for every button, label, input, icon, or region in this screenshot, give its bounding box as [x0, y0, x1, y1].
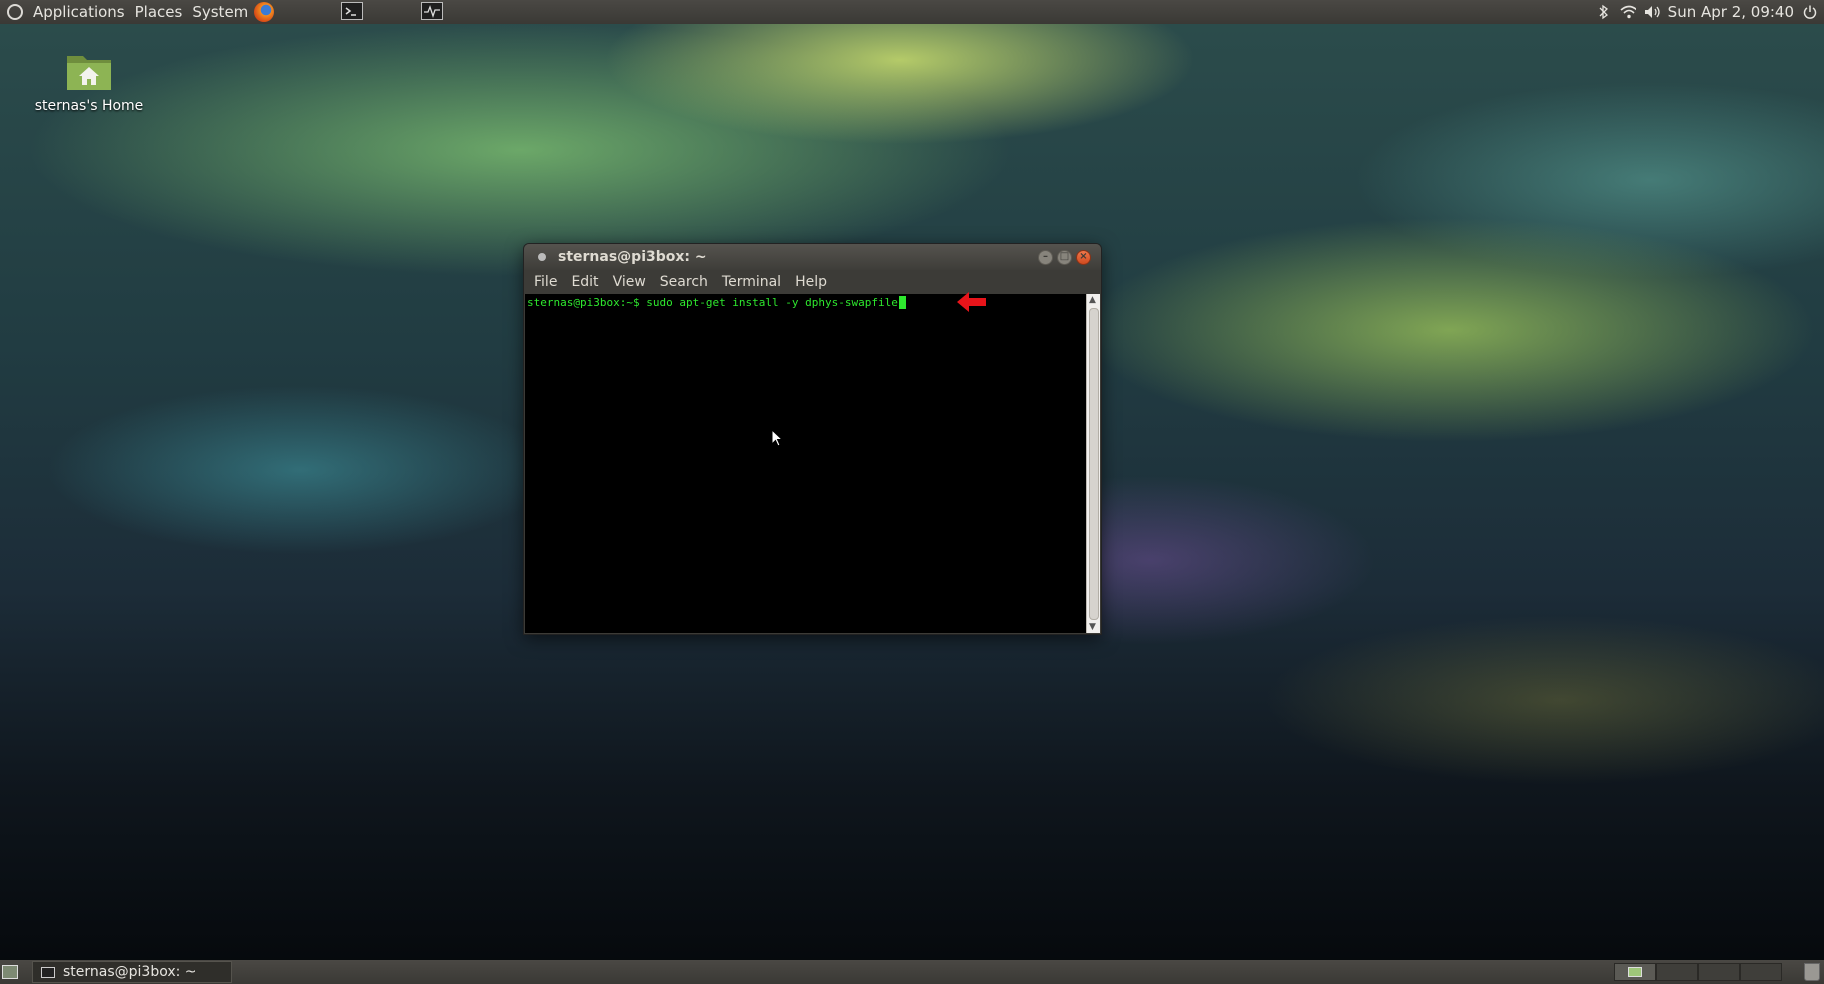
workspace-3[interactable] — [1698, 963, 1740, 981]
wifi-icon[interactable] — [1620, 4, 1636, 20]
system-tray: Sun Apr 2, 09:40 — [1596, 0, 1824, 24]
red-arrow-icon — [957, 292, 986, 312]
command-line: sternas@pi3box:~$ sudo apt-get install -… — [525, 294, 1086, 309]
terminal-title: sternas@pi3box: ~ — [558, 249, 707, 265]
close-button[interactable]: × — [1076, 249, 1091, 265]
terminal-task-icon — [41, 966, 55, 978]
ubuntu-logo-icon[interactable] — [7, 4, 23, 20]
home-folder-desktop-icon[interactable]: sternas's Home — [30, 50, 148, 114]
scroll-up-icon[interactable]: ▲ — [1089, 295, 1096, 305]
menu-edit[interactable]: Edit — [567, 274, 602, 290]
clock[interactable]: Sun Apr 2, 09:40 — [1668, 3, 1794, 21]
top-panel: Applications Places System Sun Apr 2, 09… — [0, 0, 1824, 24]
menu-system[interactable]: System — [192, 3, 248, 21]
mouse-pointer-icon — [771, 429, 783, 447]
menu-search[interactable]: Search — [656, 274, 712, 290]
terminal-launcher-icon[interactable] — [341, 2, 363, 20]
scrollbar-thumb[interactable] — [1089, 308, 1099, 620]
bluetooth-icon[interactable] — [1596, 4, 1612, 20]
menu-applications[interactable]: Applications — [33, 3, 125, 21]
workspace-1[interactable] — [1614, 963, 1656, 981]
menu-places[interactable]: Places — [135, 3, 183, 21]
taskbar-item-label: sternas@pi3box: ~ — [63, 964, 197, 980]
terminal-scrollbar[interactable]: ▲ ▼ — [1086, 294, 1100, 633]
firefox-icon[interactable] — [254, 2, 275, 22]
terminal-window[interactable]: sternas@pi3box: ~ – □ × File Edit View S… — [524, 244, 1101, 634]
workspace-switcher[interactable] — [1614, 963, 1782, 981]
workspace-2[interactable] — [1656, 963, 1698, 981]
terminal-menubar: File Edit View Search Terminal Help — [524, 270, 1101, 294]
menu-file[interactable]: File — [530, 274, 561, 290]
minimize-button[interactable]: – — [1038, 249, 1053, 265]
home-folder-icon — [67, 56, 111, 90]
power-icon[interactable] — [1802, 4, 1818, 20]
text-cursor — [898, 296, 906, 309]
terminal-titlebar[interactable]: sternas@pi3box: ~ – □ × — [524, 244, 1101, 270]
scroll-down-icon[interactable]: ▼ — [1089, 622, 1096, 632]
typed-command: sudo apt-get install -y dphys-swapfile — [646, 296, 898, 309]
terminal-output[interactable]: sternas@pi3box:~$ sudo apt-get install -… — [525, 294, 1086, 633]
shell-prompt: sternas@pi3box:~$ — [527, 296, 647, 309]
menu-help[interactable]: Help — [791, 274, 831, 290]
menu-terminal[interactable]: Terminal — [718, 274, 785, 290]
workspace-4[interactable] — [1740, 963, 1782, 981]
trash-icon[interactable] — [1804, 963, 1820, 981]
system-monitor-launcher-icon[interactable] — [421, 2, 443, 20]
home-folder-label: sternas's Home — [34, 98, 144, 114]
bottom-panel: sternas@pi3box: ~ — [0, 960, 1824, 984]
volume-icon[interactable] — [1644, 4, 1660, 20]
taskbar-item-terminal[interactable]: sternas@pi3box: ~ — [32, 961, 232, 983]
window-menu-icon[interactable] — [538, 253, 546, 261]
maximize-button[interactable]: □ — [1057, 249, 1072, 265]
menu-view[interactable]: View — [609, 274, 650, 290]
show-desktop-icon[interactable] — [2, 965, 18, 979]
